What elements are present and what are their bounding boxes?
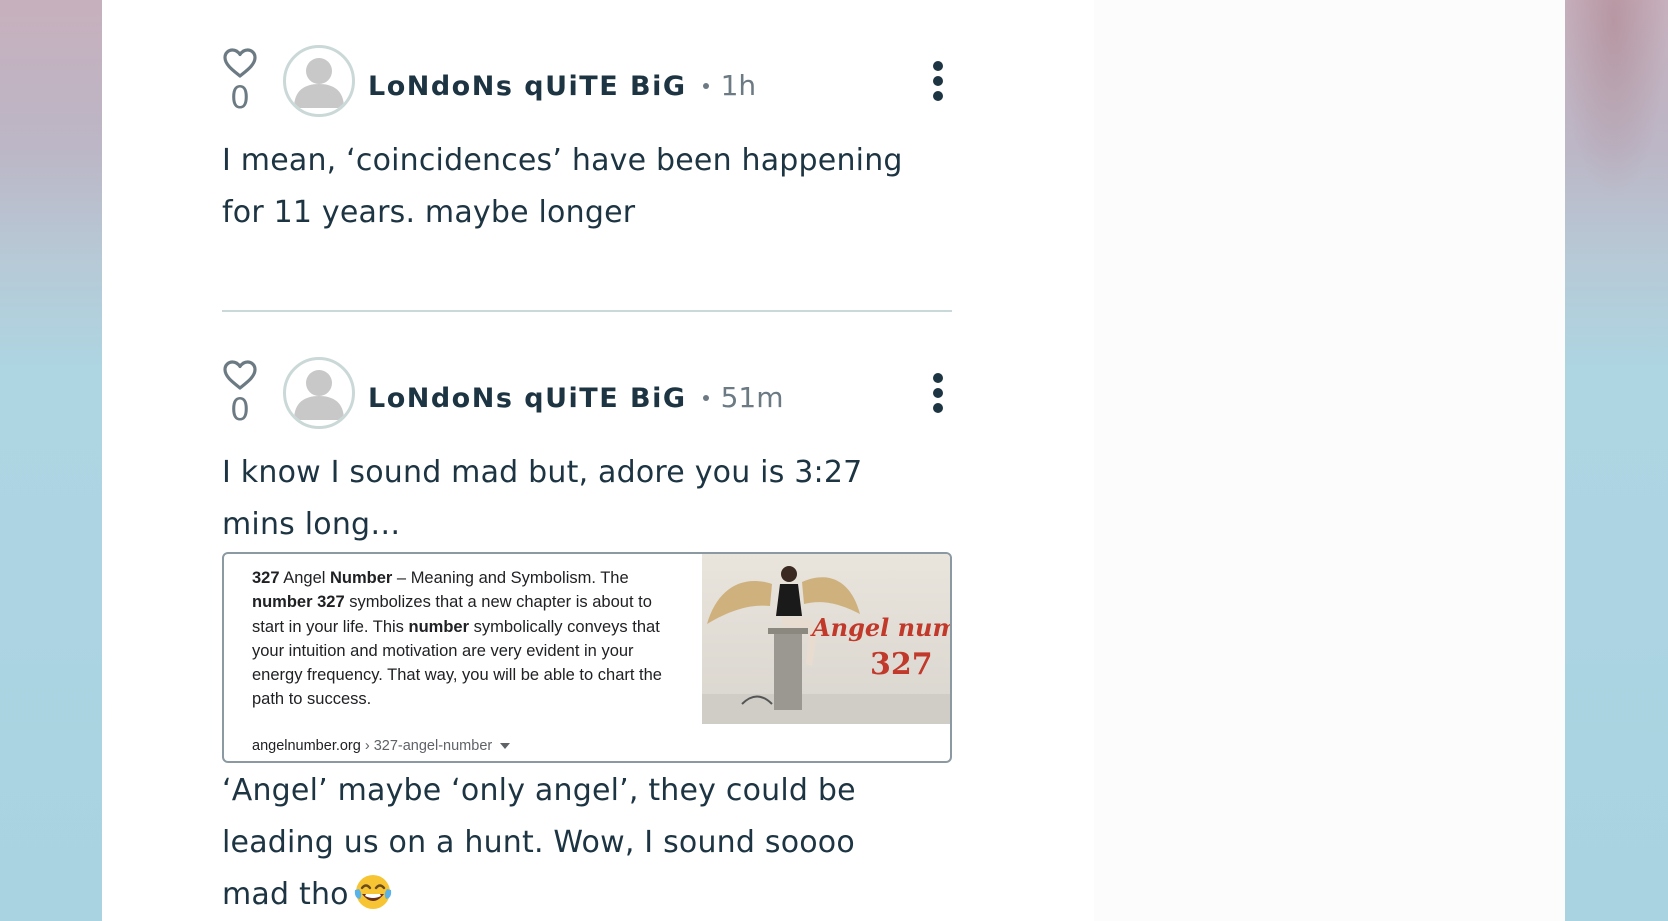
snippet-text: Angel: [279, 569, 330, 587]
snippet-bold: number: [408, 617, 470, 636]
ellipsis-dot: [933, 91, 943, 101]
post-body-text: ‘Angel’ maybe ‘only angel’, they could b…: [222, 773, 856, 912]
post-divider: [222, 310, 952, 312]
embedded-url: angelnumber.org › 327-angel-number: [252, 738, 511, 754]
heart-outline-icon: [223, 360, 257, 390]
post-body: I mean, ‘coincidences’ have been happeni…: [222, 143, 903, 230]
dropdown-caret-icon: [500, 743, 511, 750]
image-caption: 327: [870, 647, 933, 682]
snippet-bold: 327: [252, 569, 280, 587]
snippet-text: – Meaning and Symbolism. The: [392, 569, 629, 587]
post-time: 51m: [720, 381, 784, 414]
vertical-ellipsis-icon: [933, 61, 943, 71]
like-button[interactable]: 0: [222, 359, 258, 427]
embedded-snippet-text: 327 Angel Number – Meaning and Symbolism…: [252, 566, 672, 712]
like-count: 0: [230, 392, 250, 428]
default-user-avatar[interactable]: [283, 357, 355, 429]
heart-outline-icon: [223, 48, 257, 78]
separator-dot: [702, 82, 709, 89]
post-body: ‘Angel’ maybe ‘only angel’, they could b…: [222, 765, 922, 921]
separator-dot: [702, 394, 709, 401]
vertical-ellipsis-icon: [933, 373, 943, 383]
comment-post: 0 LoNdoNs qUiTE BiG 51m I know I sound m…: [222, 357, 952, 921]
author-name[interactable]: LoNdoNs qUiTE BiG: [368, 383, 687, 414]
post-time: 1h: [720, 69, 757, 102]
main-panel: 0 LoNdoNs qUiTE BiG 1h I mean, ‘coincide…: [102, 0, 1565, 921]
post-header: 0 LoNdoNs qUiTE BiG 51m: [222, 357, 952, 435]
face-with-tears-of-joy-icon: [354, 875, 391, 909]
like-button[interactable]: 0: [222, 47, 258, 115]
snippet-bold: Number: [330, 569, 393, 587]
more-options-button[interactable]: [932, 61, 944, 106]
image-caption: Angel numl: [810, 613, 952, 642]
post-body: I know I sound mad but, adore you is 3:2…: [222, 455, 863, 542]
comment-post: 0 LoNdoNs qUiTE BiG 1h I mean, ‘coincide…: [222, 45, 952, 239]
ellipsis-dot: [933, 388, 943, 398]
default-user-avatar[interactable]: [283, 45, 355, 117]
embedded-screenshot[interactable]: 327 Angel Number – Meaning and Symbolism…: [222, 552, 952, 763]
snippet-bold: number 327: [252, 593, 345, 612]
angel-number-image: Angel numl 327: [702, 554, 952, 724]
background-figure-decoration: [1560, 0, 1668, 200]
post-meta: LoNdoNs qUiTE BiG 1h: [368, 69, 756, 104]
right-sidebar: [1094, 0, 1565, 921]
author-name[interactable]: LoNdoNs qUiTE BiG: [368, 71, 687, 102]
ellipsis-dot: [933, 76, 943, 86]
post-header: 0 LoNdoNs qUiTE BiG 1h: [222, 45, 952, 123]
url-path: › 327-angel-number: [360, 738, 493, 754]
more-options-button[interactable]: [932, 373, 944, 418]
ellipsis-dot: [933, 403, 943, 413]
post-meta: LoNdoNs qUiTE BiG 51m: [368, 381, 783, 416]
url-domain: angelnumber.org: [252, 738, 361, 754]
like-count: 0: [230, 80, 250, 116]
